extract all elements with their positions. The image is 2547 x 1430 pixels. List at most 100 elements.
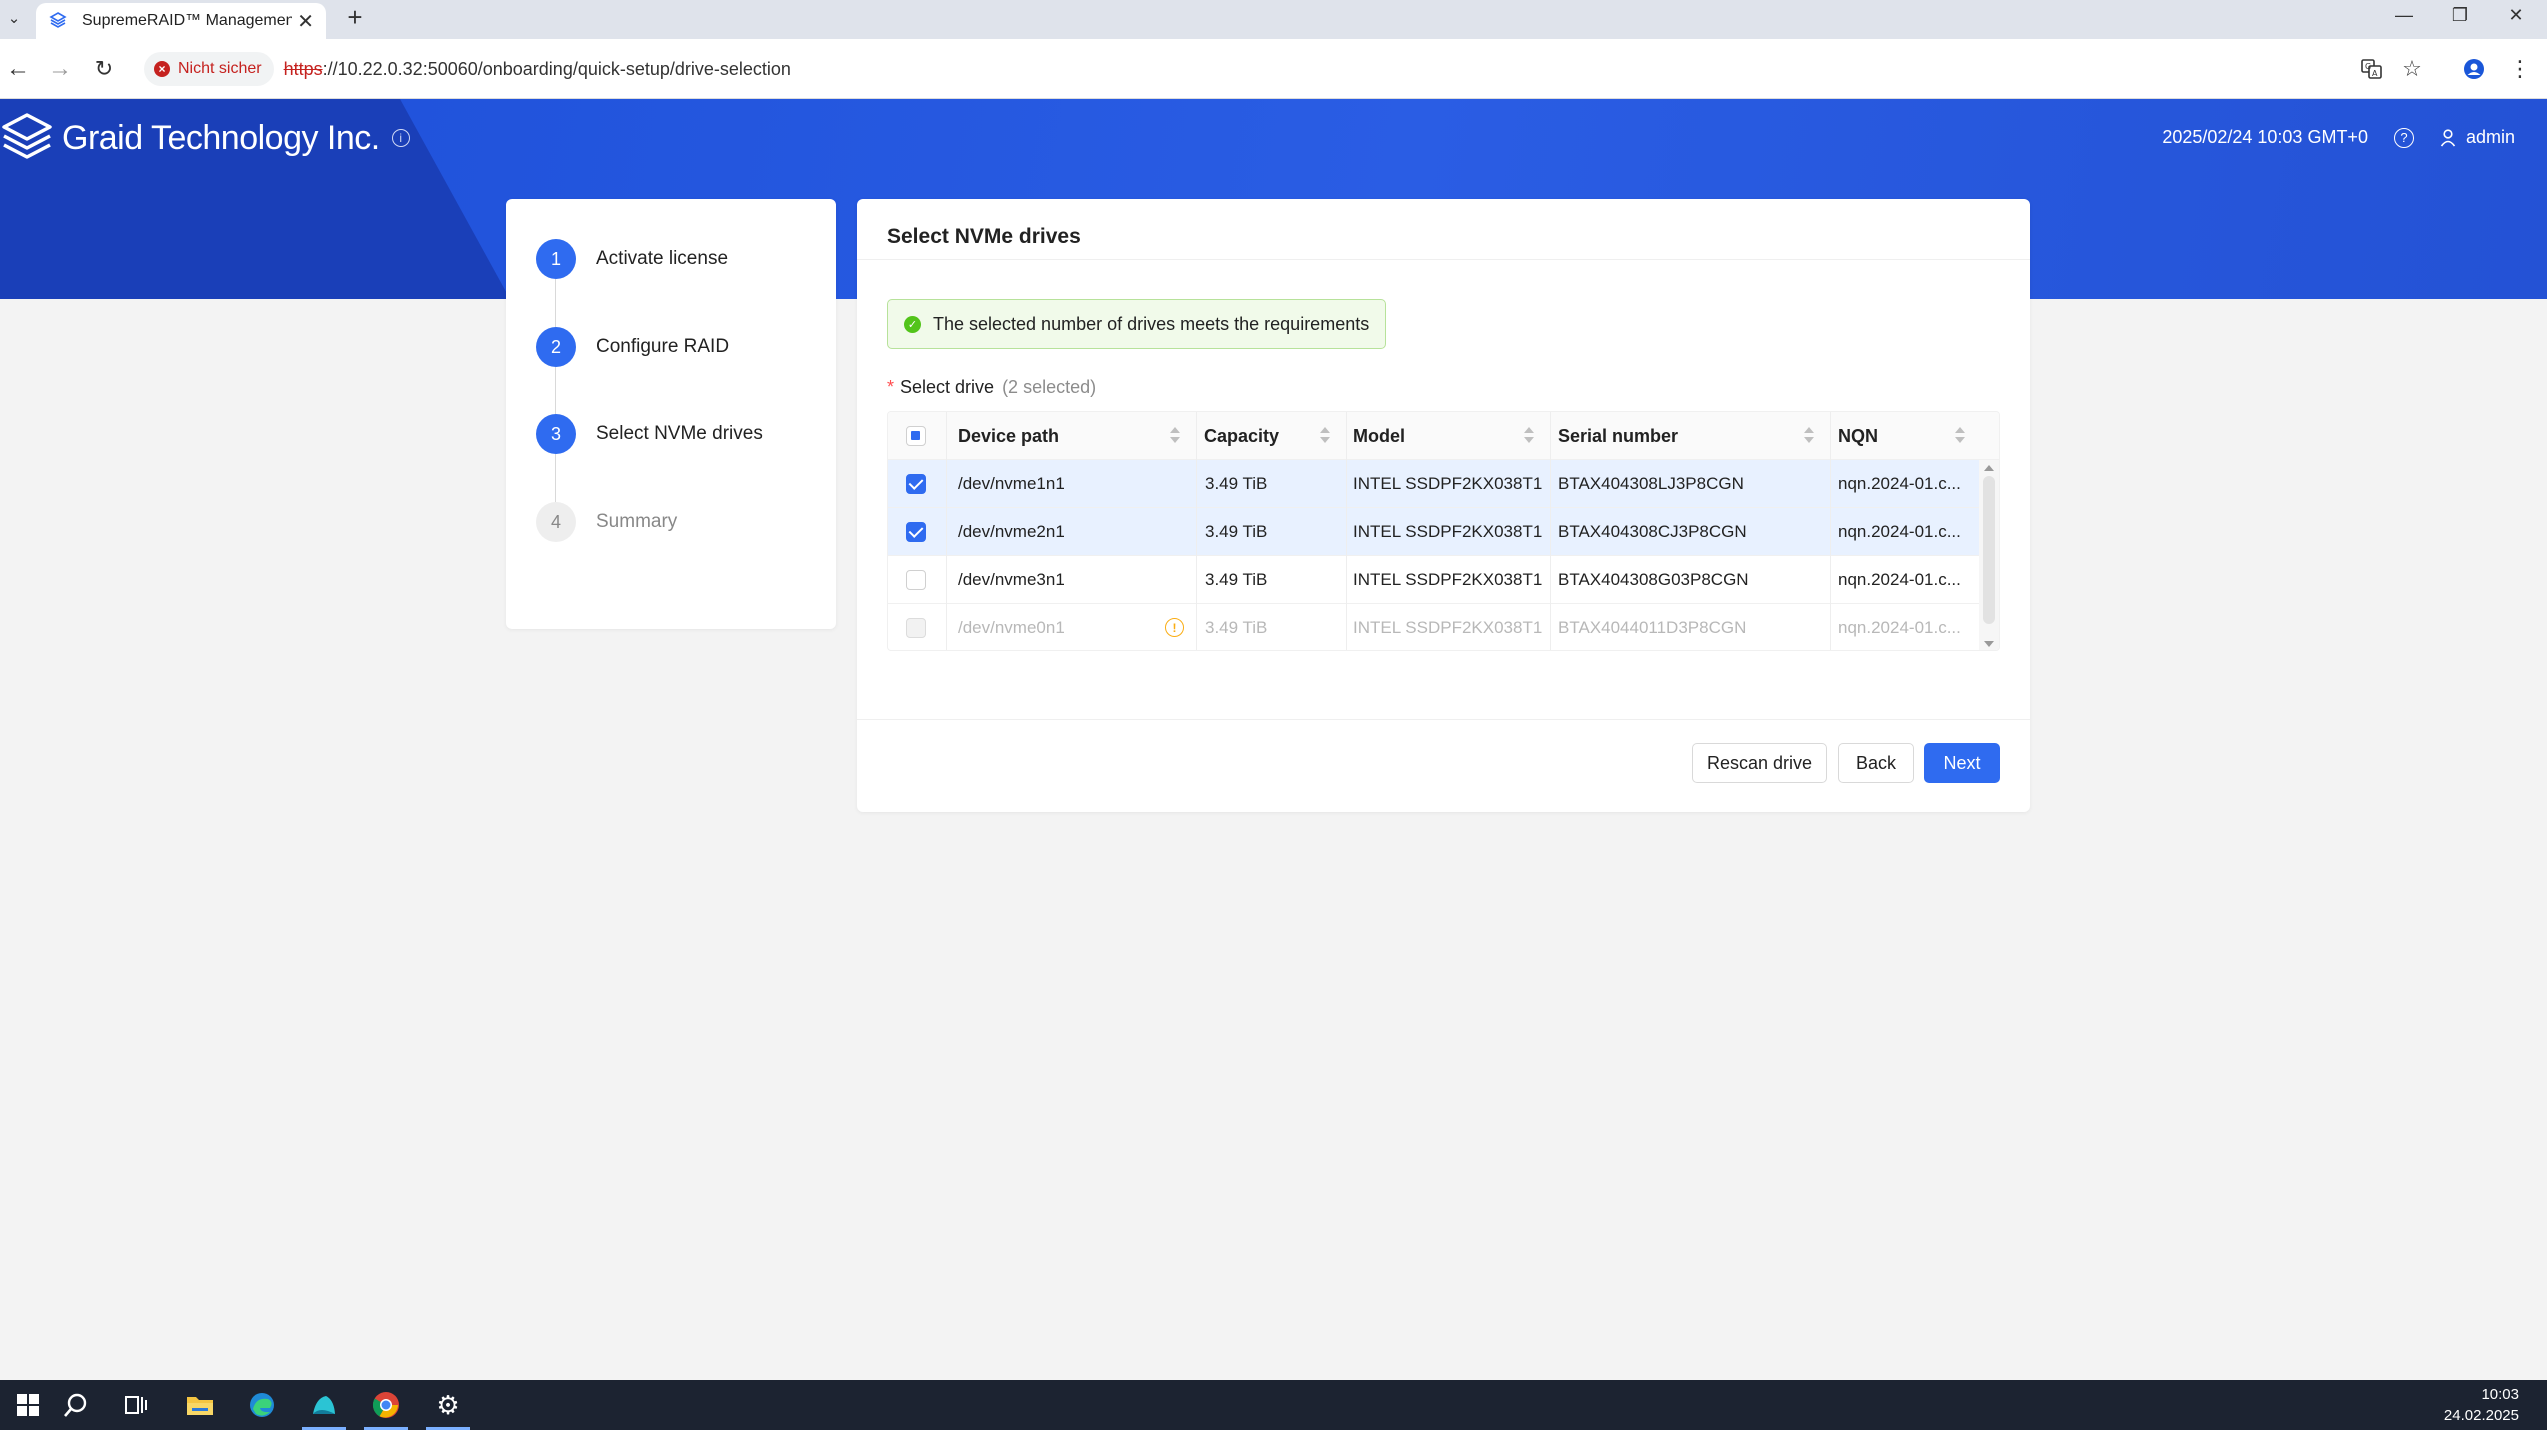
sort-icon[interactable]: [1803, 427, 1815, 445]
chrome-browser-icon[interactable]: [358, 1380, 414, 1430]
file-explorer-icon[interactable]: [172, 1380, 228, 1430]
site-favicon-icon: [48, 11, 68, 31]
sort-icon[interactable]: [1954, 427, 1966, 445]
next-button[interactable]: Next: [1924, 743, 2000, 783]
insecure-warning-icon: ×: [154, 61, 170, 77]
address-bar: ← → ↻ × Nicht sicher https://10.22.0.32:…: [0, 39, 2547, 99]
header-datetime: 2025/02/24 10:03 GMT+0: [2162, 127, 2368, 147]
sort-icon[interactable]: [1169, 427, 1181, 445]
app-icon[interactable]: [296, 1380, 352, 1430]
select-all-checkbox[interactable]: [906, 426, 926, 446]
title-divider: [857, 259, 2030, 260]
windows-taskbar: ⚙ 10:03 24.02.2025: [0, 1380, 2547, 1430]
window-close-icon[interactable]: ✕: [2488, 0, 2544, 30]
cell-nqn: nqn.2024-01.c...: [1838, 570, 1961, 589]
restore-icon[interactable]: ❐: [2432, 0, 2488, 30]
step-number: 2: [536, 327, 576, 367]
column-serial-number[interactable]: Serial number: [1558, 412, 1678, 460]
row-checkbox[interactable]: [906, 474, 926, 494]
profile-avatar-icon[interactable]: [2456, 51, 2492, 87]
success-alert: ✓ The selected number of drives meets th…: [887, 299, 1387, 349]
table-row[interactable]: /dev/nvme3n1 3.49 TiB INTEL SSDPF2KX038T…: [888, 556, 1999, 604]
system-clock[interactable]: 10:03 24.02.2025: [2444, 1384, 2519, 1426]
rescan-drive-button[interactable]: Rescan drive: [1692, 743, 1827, 783]
scroll-thumb[interactable]: [1983, 476, 1995, 624]
column-model[interactable]: Model: [1353, 412, 1405, 460]
step-activate-license: 1 Activate license: [536, 239, 728, 279]
check-circle-icon: ✓: [904, 315, 921, 333]
url-text[interactable]: https://10.22.0.32:50060/onboarding/quic…: [284, 59, 791, 80]
step-connector: [555, 454, 556, 502]
column-capacity[interactable]: Capacity: [1204, 412, 1279, 460]
column-device-path[interactable]: Device path: [958, 412, 1059, 460]
translate-icon[interactable]: GA: [2354, 51, 2390, 87]
drive-selection-card: Select NVMe drives ✓ The selected number…: [857, 199, 2030, 812]
step-number: 3: [536, 414, 576, 454]
selected-count: (2 selected): [1002, 377, 1097, 397]
cell-capacity: 3.49 TiB: [1205, 522, 1268, 541]
table-header: Device path Capacity Model Serial number…: [888, 412, 1999, 460]
alert-message: The selected number of drives meets the …: [933, 313, 1370, 334]
scroll-down-icon[interactable]: [1984, 641, 1994, 647]
new-tab-icon[interactable]: +: [340, 2, 370, 32]
row-checkbox[interactable]: [906, 522, 926, 542]
task-view-icon[interactable]: [108, 1380, 164, 1430]
cell-serial: BTAX404308LJ3P8CGN: [1558, 474, 1744, 493]
search-icon[interactable]: [48, 1380, 104, 1430]
help-icon[interactable]: ?: [2393, 127, 2414, 148]
table-scrollbar[interactable]: [1979, 460, 1999, 650]
user-icon: [2440, 128, 2456, 146]
step-label: Activate license: [596, 248, 729, 269]
cell-nqn: nqn.2024-01.c...: [1838, 618, 1961, 637]
step-label: Configure RAID: [596, 336, 730, 357]
tab-close-icon[interactable]: ✕: [297, 9, 314, 34]
scroll-up-icon[interactable]: [1984, 465, 1994, 471]
step-label: Summary: [596, 511, 678, 532]
select-drive-label: * Select drive (2 selected): [887, 377, 1096, 398]
step-connector: [555, 367, 556, 414]
row-checkbox[interactable]: [906, 570, 926, 590]
reload-icon[interactable]: ↻: [86, 51, 122, 87]
clock-time: 10:03: [2481, 1386, 2519, 1403]
browser-tab-active[interactable]: SupremeRAID™ Management C ✕: [36, 3, 326, 39]
security-chip[interactable]: × Nicht sicher: [144, 52, 274, 86]
forward-arrow-icon[interactable]: →: [42, 51, 78, 87]
step-configure-raid: 2 Configure RAID: [536, 327, 729, 367]
column-nqn[interactable]: NQN: [1838, 412, 1878, 460]
required-asterisk: *: [887, 377, 895, 397]
settings-gear-icon[interactable]: ⚙: [420, 1380, 476, 1430]
cell-capacity: 3.49 TiB: [1205, 618, 1268, 637]
tab-title: SupremeRAID™ Management C: [82, 12, 292, 29]
tab-search-icon[interactable]: ⌄: [2, 5, 26, 31]
graid-logo-icon: [2, 113, 52, 159]
back-arrow-icon[interactable]: ←: [0, 51, 36, 87]
table-row[interactable]: /dev/nvme1n1 3.49 TiB INTEL SSDPF2KX038T…: [888, 460, 1999, 508]
step-select-nvme-drives: 3 Select NVMe drives: [536, 414, 763, 454]
browser-menu-icon[interactable]: ⋮: [2502, 51, 2538, 87]
step-summary: 4 Summary: [536, 502, 677, 542]
table-row-disabled: /dev/nvme0n1 ! 3.49 TiB INTEL SSDPF2KX03…: [888, 604, 1999, 650]
edge-browser-icon[interactable]: [234, 1380, 290, 1430]
back-button[interactable]: Back: [1838, 743, 1914, 783]
cell-serial: BTAX404308G03P8CGN: [1558, 570, 1749, 589]
cell-nqn: nqn.2024-01.c...: [1838, 474, 1961, 493]
sort-icon[interactable]: [1523, 427, 1535, 445]
browser-tab-strip: ⌄ SupremeRAID™ Management C ✕ + — ❐ ✕: [0, 0, 2547, 39]
table-row[interactable]: /dev/nvme2n1 3.49 TiB INTEL SSDPF2KX038T…: [888, 508, 1999, 556]
cell-model: INTEL SSDPF2KX038T1: [1353, 522, 1543, 541]
user-menu[interactable]: admin: [2440, 127, 2515, 148]
cell-capacity: 3.49 TiB: [1205, 474, 1268, 493]
cell-device-path: /dev/nvme3n1: [958, 570, 1065, 589]
cell-device-path: /dev/nvme0n1: [958, 618, 1065, 637]
sort-icon[interactable]: [1319, 427, 1331, 445]
cell-nqn: nqn.2024-01.c...: [1838, 522, 1961, 541]
info-icon[interactable]: i: [391, 129, 410, 147]
bookmark-star-icon[interactable]: ☆: [2394, 51, 2430, 87]
brand-logo[interactable]: Graid Technology Inc. i: [0, 111, 410, 165]
cell-model: INTEL SSDPF2KX038T1: [1353, 618, 1543, 637]
url-omnibox[interactable]: × Nicht sicher https://10.22.0.32:50060/…: [140, 47, 2410, 91]
minimize-icon[interactable]: —: [2376, 0, 2432, 30]
warning-icon[interactable]: !: [1165, 618, 1184, 637]
clock-date: 24.02.2025: [2443, 1407, 2519, 1424]
row-checkbox-disabled: [906, 618, 926, 638]
